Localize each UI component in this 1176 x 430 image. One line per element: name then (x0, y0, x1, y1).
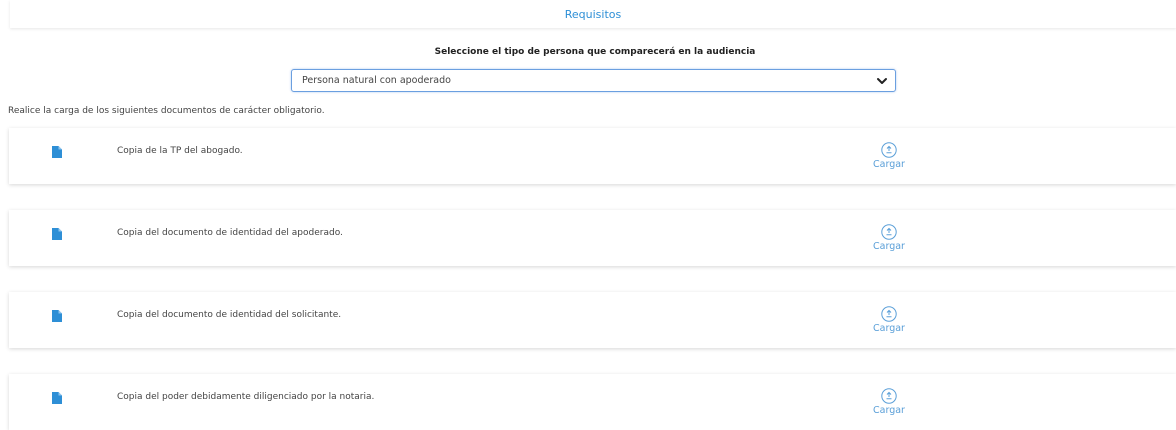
upload-icon[interactable] (881, 224, 897, 240)
tab-requisitos[interactable]: Requisitos (10, 8, 1176, 21)
document-card: Copia del documento de identidad del sol… (9, 292, 1176, 348)
tab-bar: Requisitos (10, 0, 1176, 28)
upload-button[interactable]: Cargar (869, 224, 909, 258)
upload-label[interactable]: Cargar (869, 159, 909, 170)
document-icon (52, 310, 62, 322)
document-card: Copia del poder debidamente diligenciado… (9, 374, 1176, 430)
document-label: Copia del poder debidamente diligenciado… (117, 392, 375, 402)
chevron-down-icon[interactable] (876, 75, 888, 87)
document-label: Copia del documento de identidad del apo… (117, 228, 343, 238)
upload-icon[interactable] (881, 306, 897, 322)
person-type-select[interactable]: Persona natural con apoderado (291, 69, 896, 92)
person-type-prompt: Seleccione el tipo de persona que compar… (434, 47, 756, 57)
upload-instructions: Realice la carga de los siguientes docum… (8, 106, 325, 116)
upload-icon[interactable] (881, 142, 897, 158)
upload-button[interactable]: Cargar (869, 142, 909, 176)
document-icon (52, 228, 62, 240)
upload-button[interactable]: Cargar (869, 388, 909, 422)
upload-label[interactable]: Cargar (869, 323, 909, 334)
document-card: Copia de la TP del abogado. Cargar (9, 128, 1176, 184)
document-label: Copia de la TP del abogado. (117, 146, 243, 156)
upload-label[interactable]: Cargar (869, 241, 909, 252)
upload-icon[interactable] (881, 388, 897, 404)
upload-label[interactable]: Cargar (869, 405, 909, 416)
document-icon (52, 146, 62, 158)
document-label: Copia del documento de identidad del sol… (117, 310, 342, 320)
document-card: Copia del documento de identidad del apo… (9, 210, 1176, 266)
document-icon (52, 392, 62, 404)
person-type-selected-value: Persona natural con apoderado (302, 75, 451, 86)
upload-button[interactable]: Cargar (869, 306, 909, 340)
